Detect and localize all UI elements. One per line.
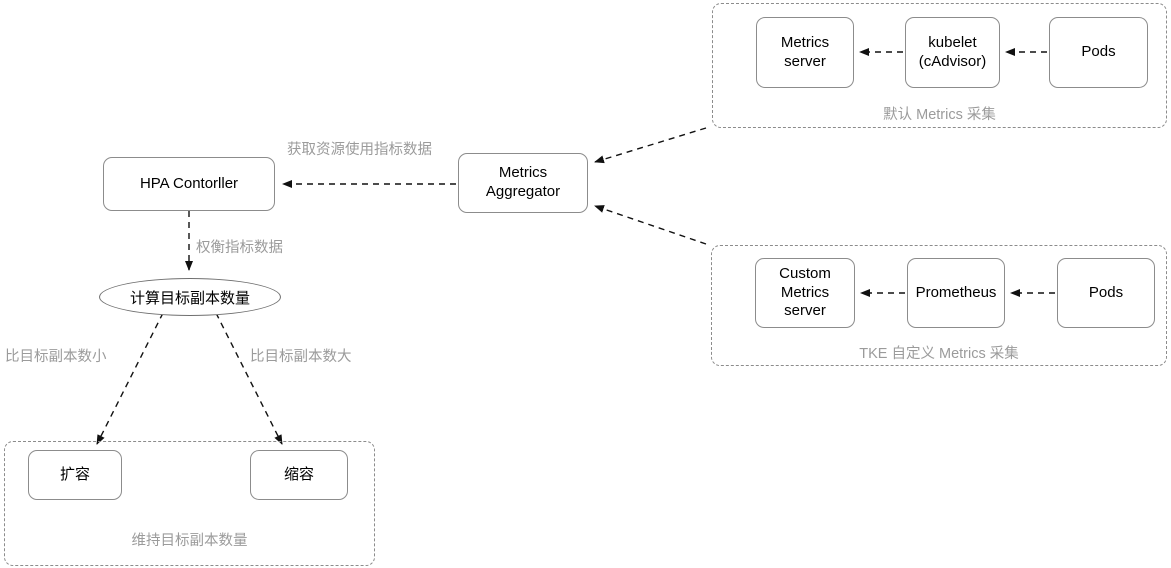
node-scale-down[interactable]: 缩容 [250,450,348,500]
diagram-canvas: HPA Contorller Metrics Aggregator 计算目标副本… [0,0,1171,568]
caption-tke-custom-metrics: TKE 自定义 Metrics 采集 [859,346,1019,362]
node-pods-default[interactable]: Pods [1049,17,1148,88]
caption-default-metrics: 默认 Metrics 采集 [883,107,996,123]
node-scale-up[interactable]: 扩容 [28,450,122,500]
label-weigh-metrics: 权衡指标数据 [196,240,283,256]
edge-compute-to-scale-down [215,312,283,445]
edge-compute-to-scale-up [96,312,164,445]
caption-maintain-replicas: 维持目标副本数量 [131,533,248,549]
node-custom-metrics-server[interactable]: Custom Metrics server [755,258,855,328]
label-greater-than-target: 比目标副本数大 [250,349,352,365]
edge-default-group-to-aggregator [594,127,707,164]
label-fetch-resource-metrics: 获取资源使用指标数据 [287,142,432,158]
label-less-than-target: 比目标副本数小 [5,349,107,365]
edge-custom-group-to-aggregator [594,205,707,245]
node-metrics-aggregator[interactable]: Metrics Aggregator [458,153,588,213]
node-pods-custom[interactable]: Pods [1057,258,1155,328]
node-compute-target-replicas[interactable]: 计算目标副本数量 [99,278,281,316]
node-hpa-controller[interactable]: HPA Contorller [103,157,275,211]
node-kubelet-cadvisor[interactable]: kubelet (cAdvisor) [905,17,1000,88]
node-prometheus[interactable]: Prometheus [907,258,1005,328]
node-metrics-server[interactable]: Metrics server [756,17,854,88]
